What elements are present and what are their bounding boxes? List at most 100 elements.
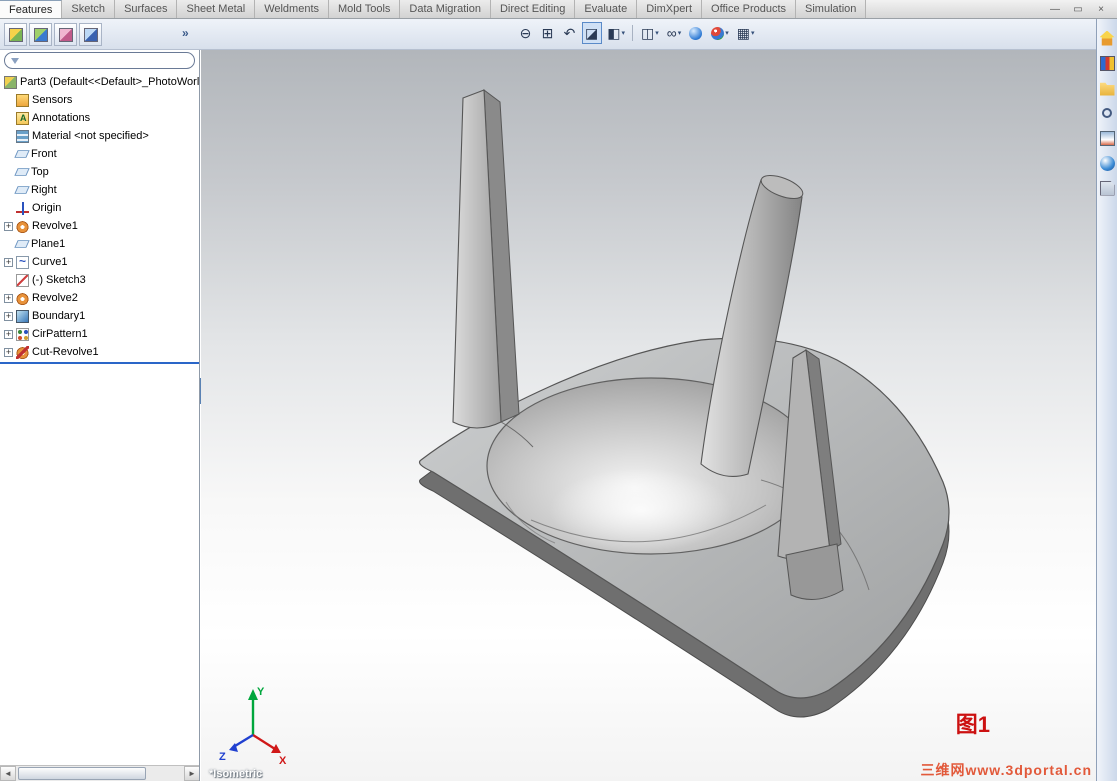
headsup-button[interactable]: ◫ ▾ xyxy=(638,22,662,44)
ribbon-tab[interactable]: Data Migration xyxy=(400,0,491,18)
headsup-button[interactable]: ◧ ▾ xyxy=(604,22,628,44)
sensors-folder-icon xyxy=(16,93,29,107)
ribbon-tab-label: Features xyxy=(9,3,53,16)
zoom-to-area-icon: ⊞ xyxy=(541,25,554,41)
tree-item[interactable]: + Cut-Revolve1 xyxy=(0,343,199,361)
tree-item[interactable]: + Curve1 xyxy=(0,253,199,271)
triad-x-label: X xyxy=(279,755,287,767)
panel-tab-button[interactable] xyxy=(54,23,77,46)
tree-item-label: Curve1 xyxy=(32,256,68,268)
tree-item[interactable]: + Top xyxy=(0,163,199,181)
ribbon-tab[interactable]: Evaluate xyxy=(575,0,638,18)
panel-tab-button[interactable] xyxy=(4,23,27,46)
ribbon-tab[interactable]: Sheet Metal xyxy=(177,0,256,18)
tree-item-label: Cut-Revolve1 xyxy=(32,346,99,358)
feature-tree: Part3 (Default<<Default>_PhotoWorl + Sen… xyxy=(0,72,199,364)
scrollbar-track[interactable] xyxy=(16,766,184,781)
ribbon-tab[interactable]: Sketch xyxy=(62,0,116,18)
toolbar-overflow-chevron[interactable]: » xyxy=(182,26,189,40)
headsup-button[interactable]: ▾ xyxy=(708,22,732,44)
ribbon-tab[interactable]: Mold Tools xyxy=(329,0,401,18)
ribbon-tab[interactable]: Surfaces xyxy=(115,0,178,18)
headsup-button[interactable] xyxy=(630,22,636,44)
tree-item[interactable]: + Annotations xyxy=(0,109,199,127)
panel-tab-button[interactable] xyxy=(29,23,52,46)
headsup-button[interactable]: ↶ xyxy=(560,22,580,44)
sketch-icon xyxy=(16,273,29,287)
tree-item-label: Boundary1 xyxy=(32,310,86,322)
headsup-button[interactable]: ⊞ xyxy=(538,22,558,44)
minimize-button[interactable]: — xyxy=(1047,3,1063,16)
tree-item-label: Material <not specified> xyxy=(32,130,149,142)
task-pane-button[interactable] xyxy=(1098,179,1116,197)
ribbon-tab-label: Weldments xyxy=(264,3,320,15)
tree-item[interactable]: + Front xyxy=(0,145,199,163)
headsup-button[interactable]: ∞ ▾ xyxy=(664,22,685,44)
tree-filter-input[interactable] xyxy=(23,55,188,66)
rollback-bar[interactable] xyxy=(0,362,199,364)
headsup-button[interactable]: ⊖ xyxy=(516,22,536,44)
tree-item[interactable]: + Material <not specified> xyxy=(0,127,199,145)
task-pane-button[interactable] xyxy=(1098,104,1116,122)
plane-icon xyxy=(14,240,30,248)
ribbon-tab[interactable]: Simulation xyxy=(796,0,867,18)
ribbon-tabbar: Features Sketch Surfaces Sheet Metal Wel… xyxy=(0,0,1117,19)
separator-line xyxy=(631,25,633,41)
configurationmanager-tab-icon xyxy=(58,27,73,42)
design-library-icon xyxy=(1099,55,1115,71)
task-pane-button[interactable] xyxy=(1098,129,1116,147)
tree-item-label: Plane1 xyxy=(31,238,66,250)
view-settings-icon: ▦ xyxy=(736,25,750,41)
tree-item[interactable]: + Origin xyxy=(0,199,199,217)
expander-icon[interactable]: + xyxy=(4,311,13,321)
tree-item-label: CirPattern1 xyxy=(32,328,88,340)
horizontal-scrollbar: ◄ ► xyxy=(0,765,199,781)
tree-root-item[interactable]: Part3 (Default<<Default>_PhotoWorl xyxy=(0,73,199,91)
tree-item[interactable]: + Sensors xyxy=(0,91,199,109)
task-pane-button[interactable] xyxy=(1098,79,1116,97)
origin-icon xyxy=(16,201,29,215)
panel-tab-button[interactable] xyxy=(79,23,102,46)
orientation-triad: Y X Z xyxy=(219,686,287,767)
tree-item-label: Sensors xyxy=(32,94,73,106)
graphics-area[interactable]: Y X Z *Isometric 图1 三维网www.3dportal.cn xyxy=(201,50,1096,781)
task-pane-button[interactable] xyxy=(1098,154,1116,172)
window-controls: — ▭ × xyxy=(1039,0,1117,19)
propertymanager-tab-icon xyxy=(33,27,48,42)
scroll-right-button[interactable]: ► xyxy=(184,766,199,781)
watermark-text: 三维网www.3dportal.cn xyxy=(920,762,1092,778)
expander-icon[interactable]: + xyxy=(4,329,13,339)
ribbon-tab-label: Direct Editing xyxy=(499,3,566,15)
tree-item[interactable]: + Revolve1 xyxy=(0,217,199,235)
figure-caption: 图1 xyxy=(955,712,990,737)
task-pane-button[interactable] xyxy=(1098,29,1116,47)
expander-icon[interactable]: + xyxy=(4,221,13,231)
featuremanager-tab-icon xyxy=(8,27,23,42)
tree-item[interactable]: + Right xyxy=(0,181,199,199)
tree-item[interactable]: + Revolve2 xyxy=(0,289,199,307)
ribbon-tab[interactable]: Features xyxy=(0,0,63,18)
restore-button[interactable]: ▭ xyxy=(1070,3,1086,16)
expander-icon[interactable]: + xyxy=(4,257,13,267)
ribbon-tab[interactable]: Office Products xyxy=(702,0,797,18)
headsup-button[interactable]: ◪ xyxy=(582,22,603,44)
dropdown-arrow-icon: ▾ xyxy=(655,30,659,37)
headsup-button[interactable] xyxy=(686,22,706,44)
tree-filter-box xyxy=(4,52,195,69)
scrollbar-thumb[interactable] xyxy=(18,767,146,780)
tree-item[interactable]: + (-) Sketch3 xyxy=(0,271,199,289)
headsup-button[interactable]: ▦ ▾ xyxy=(734,22,758,44)
scroll-left-button[interactable]: ◄ xyxy=(0,766,16,781)
tree-item[interactable]: + Plane1 xyxy=(0,235,199,253)
ribbon-tab[interactable]: DimXpert xyxy=(637,0,703,18)
close-button[interactable]: × xyxy=(1093,3,1109,16)
ribbon-tab[interactable]: Direct Editing xyxy=(490,0,576,18)
ribbon-tab[interactable]: Weldments xyxy=(255,0,330,18)
material-icon xyxy=(16,129,29,143)
tree-item[interactable]: + CirPattern1 xyxy=(0,325,199,343)
task-pane-button[interactable] xyxy=(1098,54,1116,72)
expander-icon[interactable]: + xyxy=(4,293,13,303)
ribbon-tab-label: Simulation xyxy=(805,3,857,15)
expander-icon[interactable]: + xyxy=(4,347,13,357)
tree-item[interactable]: + Boundary1 xyxy=(0,307,199,325)
